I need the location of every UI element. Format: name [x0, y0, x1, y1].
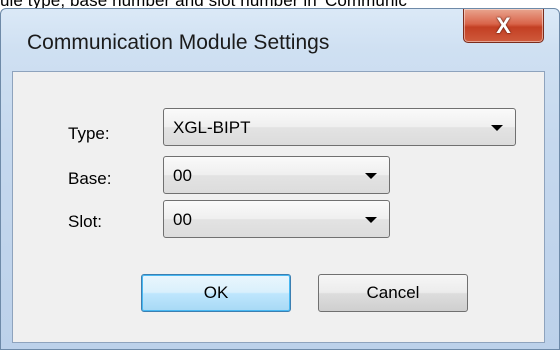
title-bar[interactable]: Communication Module Settings X: [1, 9, 559, 71]
dialog-window: Communication Module Settings X Type: XG…: [0, 8, 560, 350]
cancel-button[interactable]: Cancel: [318, 274, 468, 312]
type-dropdown[interactable]: XGL-BIPT: [163, 108, 516, 146]
close-icon: X: [496, 12, 511, 38]
chevron-down-icon: [491, 125, 503, 131]
ok-button[interactable]: OK: [141, 274, 291, 312]
close-button[interactable]: X: [463, 9, 544, 43]
chevron-down-icon: [365, 217, 377, 223]
base-label: Base:: [68, 169, 112, 188]
chevron-down-icon: [365, 173, 377, 179]
dialog-client-area: Type: XGL-BIPT Base: 00 Slot: 00 OK Canc…: [12, 71, 545, 343]
base-dropdown[interactable]: 00: [163, 156, 390, 194]
slot-dropdown-value: 00: [173, 210, 192, 229]
type-label: Type:: [68, 124, 110, 143]
slot-dropdown[interactable]: 00: [163, 200, 390, 238]
dialog-title: Communication Module Settings: [27, 31, 330, 54]
slot-label: Slot:: [68, 212, 103, 231]
base-dropdown-value: 00: [173, 166, 192, 185]
type-dropdown-value: XGL-BIPT: [173, 118, 251, 137]
